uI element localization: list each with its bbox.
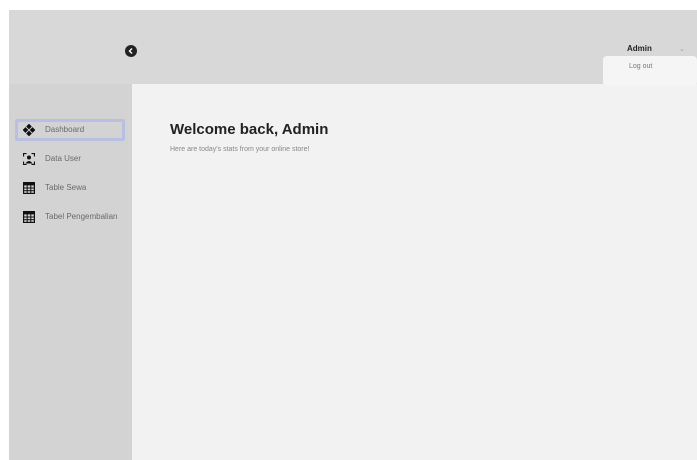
user-menu[interactable]: Admin ⌄ [613,44,697,56]
table-icon [23,182,35,194]
sidebar-item-dashboard[interactable]: Dashboard [15,119,125,141]
sidebar-item-data-user[interactable]: Data User [15,148,125,170]
sidebar-item-table-sewa[interactable]: Table Sewa [15,177,125,199]
sidebar: Dashboard Data User Table Sewa Tabel Pen… [9,84,132,460]
sidebar-item-label: Dashboard [45,125,85,134]
sidebar-item-label: Data User [45,154,82,163]
user-dropdown: Log out [603,56,697,86]
page-subtitle: Here are today's stats from your online … [170,146,310,153]
top-bar: Admin ⌄ Log out [9,10,697,86]
diamond-grid-icon [23,124,35,136]
sidebar-item-tabel-pengembalian[interactable]: Tabel Pengembalian [15,206,125,228]
user-frame-icon [23,153,35,165]
sidebar-item-label: Table Sewa [45,183,87,192]
logout-link[interactable]: Log out [629,63,652,70]
sidebar-toggle-button[interactable] [125,45,137,57]
chevron-left-icon [128,48,133,54]
app-frame: Admin ⌄ Log out Dashboard Data User Tabl… [9,10,697,460]
sidebar-item-label: Tabel Pengembalian [45,212,118,221]
page-title: Welcome back, Admin [170,121,329,138]
chevron-down-icon: ⌄ [679,46,685,53]
table-icon [23,211,35,223]
user-name: Admin [627,44,652,53]
